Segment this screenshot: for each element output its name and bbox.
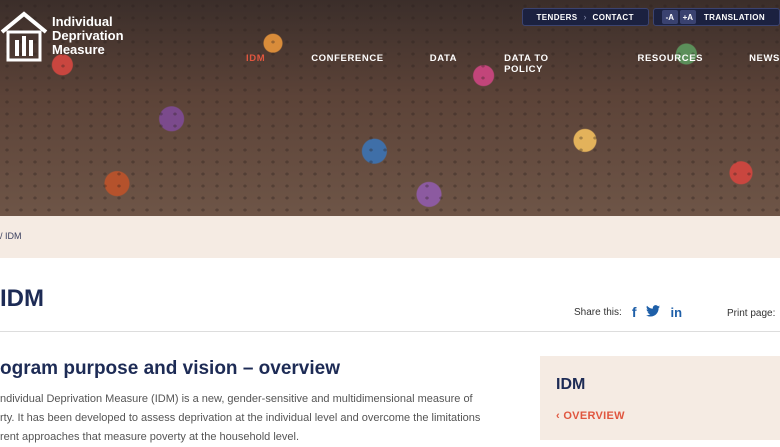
breadcrumb-band: / IDM xyxy=(0,216,780,258)
tenders-link[interactable]: TENDERS xyxy=(531,13,584,22)
logo-line-2: Deprivation xyxy=(52,28,124,43)
nav-item-news[interactable]: NEWS xyxy=(749,53,780,75)
side-nav-panel: IDM ‹ OVERVIEW xyxy=(540,356,780,440)
facebook-icon[interactable]: f xyxy=(632,304,637,320)
linkedin-icon[interactable]: in xyxy=(670,305,682,320)
logo-line-1: Individual xyxy=(52,14,113,29)
intro-line-2: rty. It has been developed to assess dep… xyxy=(0,412,481,424)
page-title: IDM xyxy=(0,285,44,312)
share-bar: Share this: f in xyxy=(574,304,682,320)
house-logo-icon xyxy=(0,10,48,62)
utility-links: TENDERS › CONTACT xyxy=(521,8,649,26)
twitter-icon[interactable] xyxy=(646,304,661,320)
logo-text: Individual Deprivation Measure xyxy=(52,15,124,57)
logo-line-3: Measure xyxy=(52,42,105,57)
nav-item-idm[interactable]: IDM xyxy=(246,53,265,75)
utility-bar: TENDERS › CONTACT -A +A TRANSLATION xyxy=(521,8,780,26)
intro-line-1: ndividual Deprivation Measure (IDM) is a… xyxy=(0,393,473,405)
font-increase-button[interactable]: +A xyxy=(679,10,696,24)
accessibility-controls: -A +A TRANSLATION xyxy=(652,8,780,26)
section-title: ogram purpose and vision – overview xyxy=(0,358,340,379)
nav-item-data-to-policy[interactable]: DATA TO POLICY xyxy=(504,53,589,75)
intro-paragraph: ndividual Deprivation Measure (IDM) is a… xyxy=(0,390,520,447)
nav-item-resources[interactable]: RESOURCES xyxy=(638,53,704,75)
breadcrumb[interactable]: / IDM xyxy=(0,231,22,241)
main-nav: IDM CONFERENCE DATA DATA TO POLICY RESOU… xyxy=(246,53,780,75)
divider xyxy=(0,331,780,332)
contact-link[interactable]: CONTACT xyxy=(587,13,640,22)
font-decrease-button[interactable]: -A xyxy=(661,10,678,24)
print-page-label[interactable]: Print page: xyxy=(727,308,775,319)
nav-item-data[interactable]: DATA xyxy=(430,53,457,75)
site-logo[interactable]: Individual Deprivation Measure xyxy=(0,10,124,62)
side-panel-title: IDM xyxy=(556,376,586,393)
translation-link[interactable]: TRANSLATION xyxy=(698,13,771,22)
share-label: Share this: xyxy=(574,306,622,318)
overview-label: OVERVIEW xyxy=(563,410,625,422)
overview-link[interactable]: ‹ OVERVIEW xyxy=(556,410,625,422)
nav-item-conference[interactable]: CONFERENCE xyxy=(311,53,384,75)
intro-line-3: rent approaches that measure poverty at … xyxy=(0,431,300,443)
